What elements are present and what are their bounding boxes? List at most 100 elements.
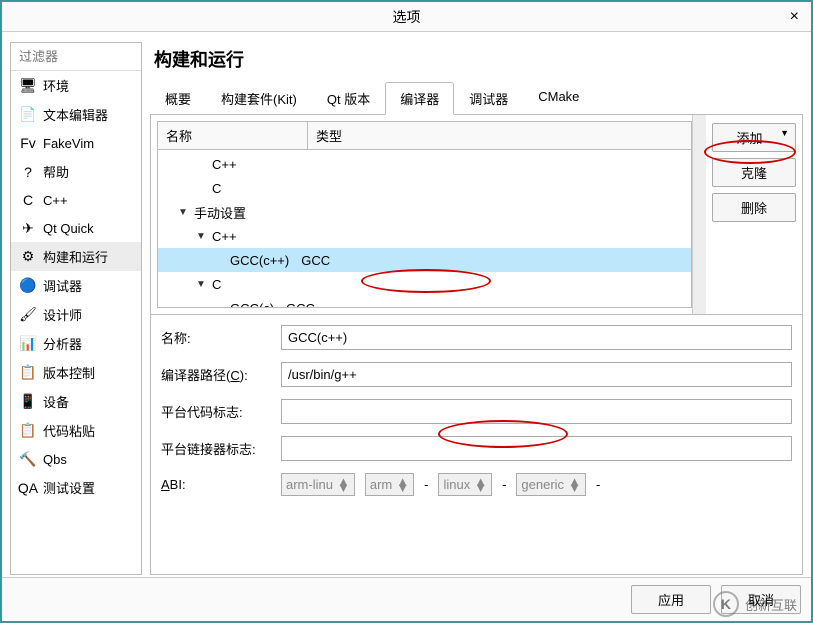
sidebar-icon: ⚙ — [19, 248, 37, 266]
page-title: 构建和运行 — [150, 42, 803, 82]
tree-label: C++ — [208, 157, 241, 172]
sidebar-icon: 🖥 — [19, 77, 37, 95]
add-button[interactable]: 添加▼ — [712, 123, 796, 152]
sidebar-item-label: Qt Quick — [43, 221, 94, 236]
sidebar-icon: 📄 — [19, 106, 37, 124]
tree-row[interactable]: GCC(c)GCC — [158, 296, 691, 308]
tree-row[interactable]: C++ — [158, 152, 691, 176]
sidebar-icon: ? — [19, 163, 37, 181]
sidebar-icon: 🔵 — [19, 277, 37, 295]
sidebar: 🖥环境 📄 文本编辑器 FvFakeVim? 帮助 C C++ ✈ Qt Quick ⚙ 构建和运行… — [10, 42, 142, 575]
sidebar-icon: 🖌 — [19, 306, 37, 324]
bottom-bar: 应用 取消 — [2, 577, 811, 621]
sidebar-icon: 📱 — [19, 393, 37, 411]
abi-os[interactable]: linux▲▼ — [438, 473, 492, 496]
tree-label: C — [208, 181, 225, 196]
sidebar-item-label: 测试设置 — [43, 478, 95, 497]
clone-button[interactable]: 克隆 — [712, 158, 796, 187]
codeflag-label: 平台代码标志: — [161, 402, 271, 421]
sidebar-item-label: 分析器 — [43, 334, 82, 353]
sidebar-item-label: FakeVim — [43, 136, 94, 151]
tree-label: GCC(c) — [226, 301, 278, 309]
compiler-path-field[interactable] — [281, 362, 792, 387]
path-label: 编译器路径(C): — [161, 365, 271, 384]
abi-flavor[interactable]: generic▲▼ — [516, 473, 586, 496]
chevron-down-icon: ▼ — [780, 128, 789, 138]
titlebar: 选项 × — [2, 2, 811, 32]
sidebar-item-label: 版本控制 — [43, 363, 95, 382]
linkflag-label: 平台链接器标志: — [161, 439, 271, 458]
sidebar-item-label: Qbs — [43, 452, 67, 467]
tree-header-type[interactable]: 类型 — [308, 122, 691, 149]
sidebar-item[interactable]: 🖥环境 — [11, 71, 141, 100]
abi-label: ABI: — [161, 477, 271, 492]
sidebar-item[interactable]: C C++ — [11, 186, 141, 214]
sidebar-item[interactable]: 📋代码粘贴 — [11, 416, 141, 445]
watermark-text: 创新互联 — [745, 595, 797, 614]
watermark-logo-icon: K — [713, 591, 739, 617]
sidebar-icon: 📋 — [19, 364, 37, 382]
codeflag-field[interactable] — [281, 399, 792, 424]
sidebar-item-label: 调试器 — [43, 276, 82, 295]
compiler-tree: 名称 类型 C++C▼手动设置▼C++GCC(c++)GCC▼CGCC(c)GC… — [157, 121, 692, 308]
tree-label: GCC(c++) — [226, 253, 293, 268]
sidebar-item[interactable]: ✈ Qt Quick — [11, 214, 141, 242]
scrollbar[interactable] — [692, 115, 706, 314]
sidebar-item-label: C++ — [43, 193, 68, 208]
abi-arch[interactable]: arm▲▼ — [365, 473, 414, 496]
tree-row[interactable]: GCC(c++)GCC — [158, 248, 691, 272]
sidebar-item[interactable]: 📱 设备 — [11, 387, 141, 416]
sidebar-item[interactable]: QA 测试设置 — [11, 473, 141, 502]
name-label: 名称: — [161, 328, 271, 347]
main-panel: 构建和运行 概要构建套件(Kit)Qt 版本编译器调试器CMake 名称 类型 … — [150, 42, 803, 575]
tree-header-name[interactable]: 名称 — [158, 122, 308, 149]
delete-button[interactable]: 删除 — [712, 193, 796, 222]
sidebar-icon: 📊 — [19, 335, 37, 353]
sidebar-item-label: 设备 — [43, 392, 69, 411]
tree-row[interactable]: ▼C++ — [158, 224, 691, 248]
sidebar-item-label: 设计师 — [43, 305, 82, 324]
tab[interactable]: Qt 版本 — [312, 82, 385, 115]
sidebar-item-label: 构建和运行 — [43, 247, 108, 266]
tab[interactable]: 调试器 — [454, 82, 523, 115]
sidebar-icon: QA — [19, 479, 37, 497]
abi-select[interactable]: arm-linu▲▼ — [281, 473, 355, 496]
tree-row[interactable]: ▼手动设置 — [158, 200, 691, 224]
window-title: 选项 — [393, 7, 421, 27]
expand-arrow-icon[interactable]: ▼ — [176, 207, 190, 218]
tree-label: C — [208, 277, 225, 292]
tab[interactable]: 编译器 — [385, 82, 454, 115]
sidebar-item-label: 文本编辑器 — [43, 105, 108, 124]
sidebar-item-label: 帮助 — [43, 162, 69, 181]
tabs: 概要构建套件(Kit)Qt 版本编译器调试器CMake — [150, 82, 803, 115]
sidebar-icon: 📋 — [19, 422, 37, 440]
tab[interactable]: 概要 — [150, 82, 206, 115]
sidebar-icon: ✈ — [19, 219, 37, 237]
sidebar-item[interactable]: ? 帮助 — [11, 157, 141, 186]
name-field[interactable] — [281, 325, 792, 350]
sidebar-icon: 🔨 — [19, 450, 37, 468]
sidebar-item[interactable]: ⚙ 构建和运行 — [11, 242, 141, 271]
tree-label: 手动设置 — [190, 203, 250, 222]
sidebar-item[interactable]: 🖌 设计师 — [11, 300, 141, 329]
expand-arrow-icon[interactable]: ▼ — [194, 231, 208, 242]
tab-body: 名称 类型 C++C▼手动设置▼C++GCC(c++)GCC▼CGCC(c)GC… — [150, 115, 803, 575]
linkflag-field[interactable] — [281, 436, 792, 461]
filter-input[interactable] — [11, 43, 141, 71]
tree-row[interactable]: ▼C — [158, 272, 691, 296]
watermark: K 创新互联 — [713, 591, 797, 617]
sidebar-item[interactable]: 🔵 调试器 — [11, 271, 141, 300]
tab[interactable]: 构建套件(Kit) — [206, 82, 312, 115]
sidebar-item[interactable]: 🔨 Qbs — [11, 445, 141, 473]
sidebar-item[interactable]: 📊 分析器 — [11, 329, 141, 358]
sidebar-item[interactable]: 📋 版本控制 — [11, 358, 141, 387]
close-icon[interactable]: × — [790, 8, 799, 26]
tab[interactable]: CMake — [523, 82, 594, 115]
tree-row[interactable]: C — [158, 176, 691, 200]
expand-arrow-icon[interactable]: ▼ — [194, 279, 208, 290]
tree-type: GCC — [293, 253, 330, 268]
sidebar-item[interactable]: FvFakeVim — [11, 129, 141, 157]
sidebar-icon: C — [19, 191, 37, 209]
apply-button[interactable]: 应用 — [631, 585, 711, 614]
sidebar-item[interactable]: 📄 文本编辑器 — [11, 100, 141, 129]
